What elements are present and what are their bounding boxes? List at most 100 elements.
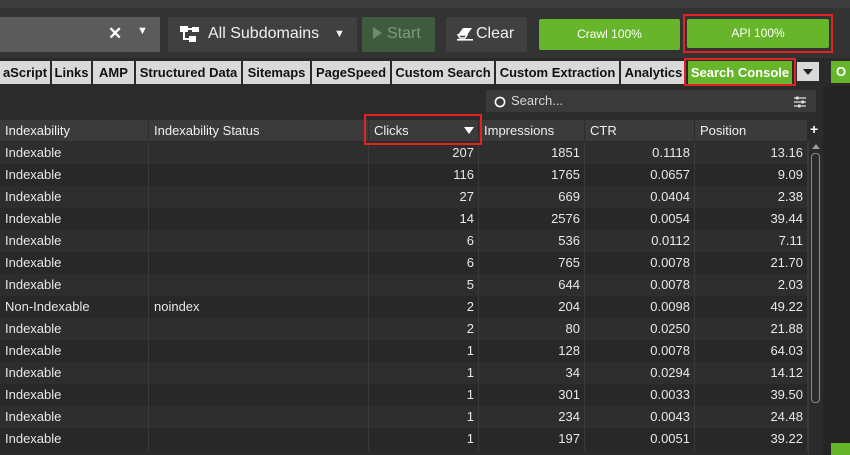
table-row[interactable]: Indexable 1 128 0.0078 64.03 [0, 340, 808, 362]
cell-ctr: 0.1118 [585, 142, 695, 164]
api-progress-button[interactable]: API 100% [687, 19, 829, 48]
cell-ctr: 0.0294 [585, 362, 695, 384]
cell-indexability: Indexable [0, 362, 149, 384]
cell-clicks: 5 [369, 274, 479, 296]
crawl-progress-button[interactable]: Crawl 100% [539, 19, 680, 50]
top-strip [0, 0, 850, 8]
cell-indexability-status [149, 406, 369, 428]
cell-ctr: 0.0078 [585, 252, 695, 274]
column-header-indexability-status[interactable]: Indexability Status [149, 120, 369, 141]
cell-ctr: 0.0112 [585, 230, 695, 252]
subdomains-label: All Subdomains [208, 25, 320, 42]
table-row[interactable]: Indexable 1 234 0.0043 24.48 [0, 406, 808, 428]
cell-indexability: Indexable [0, 142, 149, 164]
sitemap-icon [179, 25, 201, 48]
scroll-up-icon[interactable] [812, 144, 820, 149]
cell-impressions: 644 [479, 274, 585, 296]
tab-analytics[interactable]: Analytics [621, 61, 686, 84]
cell-position: 39.50 [695, 384, 808, 406]
more-tabs-button[interactable] [797, 62, 819, 81]
cell-indexability: Indexable [0, 230, 149, 252]
cell-indexability: Indexable [0, 274, 149, 296]
cell-position: 64.03 [695, 340, 808, 362]
table-row[interactable]: Indexable 116 1765 0.0657 9.09 [0, 164, 808, 186]
chevron-down-icon: ▼ [334, 28, 345, 40]
cell-indexability-status [149, 252, 369, 274]
table-row[interactable]: Indexable 6 536 0.0112 7.11 [0, 230, 808, 252]
search-placeholder: Search... [511, 93, 564, 108]
cell-indexability-status [149, 340, 369, 362]
tab-overflow[interactable]: O [831, 61, 850, 83]
cell-indexability: Indexable [0, 208, 149, 230]
table-row[interactable]: Indexable 1 34 0.0294 14.12 [0, 362, 808, 384]
subdomains-dropdown[interactable]: All Subdomains ▼ [168, 17, 357, 52]
chevron-down-icon[interactable]: ▼ [137, 25, 148, 37]
tab-sitemaps[interactable]: Sitemaps [243, 61, 310, 84]
close-icon[interactable]: ✕ [108, 24, 122, 44]
cell-indexability: Indexable [0, 318, 149, 340]
clear-button[interactable]: Clear [446, 17, 527, 52]
table-row[interactable]: Indexable 207 1851 0.1118 13.16 [0, 142, 808, 164]
table-row[interactable]: Non-Indexable noindex 2 204 0.0098 49.22 [0, 296, 808, 318]
cell-impressions: 34 [479, 362, 585, 384]
cell-indexability: Indexable [0, 186, 149, 208]
cell-impressions: 1851 [479, 142, 585, 164]
cell-ctr: 0.0404 [585, 186, 695, 208]
cell-indexability-status [149, 274, 369, 296]
column-header-position[interactable]: Position [695, 120, 808, 141]
start-label: Start [387, 25, 421, 42]
start-button[interactable]: Start [362, 17, 435, 52]
cell-impressions: 128 [479, 340, 585, 362]
cell-impressions: 765 [479, 252, 585, 274]
add-column-icon[interactable]: + [810, 121, 818, 137]
cell-ctr: 0.0054 [585, 208, 695, 230]
tab-structured-data[interactable]: Structured Data [136, 61, 241, 84]
cell-impressions: 536 [479, 230, 585, 252]
column-header-indexability[interactable]: Indexability [0, 120, 149, 141]
search-icon [494, 95, 506, 113]
tab-links[interactable]: Links [52, 61, 91, 84]
table-row[interactable]: Indexable 1 301 0.0033 39.50 [0, 384, 808, 406]
search-input[interactable]: Search... [486, 90, 816, 112]
cell-clicks: 1 [369, 340, 479, 362]
cell-clicks: 1 [369, 362, 479, 384]
cell-position: 21.70 [695, 252, 808, 274]
cell-indexability: Indexable [0, 384, 149, 406]
table-row[interactable]: Indexable 1 197 0.0051 39.22 [0, 428, 808, 450]
scrollbar-thumb[interactable] [811, 153, 820, 403]
play-icon [373, 27, 382, 39]
cell-position: 2.38 [695, 186, 808, 208]
vertical-scrollbar[interactable] [808, 141, 822, 455]
cell-indexability-status [149, 208, 369, 230]
cell-position: 9.09 [695, 164, 808, 186]
cell-clicks: 14 [369, 208, 479, 230]
cell-position: 2.03 [695, 274, 808, 296]
cell-impressions: 197 [479, 428, 585, 450]
column-header-impressions[interactable]: Impressions [479, 120, 585, 141]
tab-custom-extraction[interactable]: Custom Extraction [496, 61, 619, 84]
column-header-ctr[interactable]: CTR [585, 120, 695, 141]
cell-impressions: 301 [479, 384, 585, 406]
cell-indexability-status [149, 362, 369, 384]
url-input[interactable] [0, 17, 160, 52]
cell-indexability: Indexable [0, 406, 149, 428]
tab-highlight [684, 58, 796, 86]
tab-amp[interactable]: AMP [93, 61, 134, 84]
api-highlight: API 100% [683, 14, 833, 53]
tab-pagespeed[interactable]: PageSpeed [312, 61, 390, 84]
table-row[interactable]: Indexable 5 644 0.0078 2.03 [0, 274, 808, 296]
cell-impressions: 204 [479, 296, 585, 318]
cell-clicks: 1 [369, 384, 479, 406]
tab-custom-search[interactable]: Custom Search [392, 61, 494, 84]
cell-impressions: 669 [479, 186, 585, 208]
cell-position: 14.12 [695, 362, 808, 384]
table-row[interactable]: Indexable 27 669 0.0404 2.38 [0, 186, 808, 208]
table-row[interactable]: Indexable 14 2576 0.0054 39.44 [0, 208, 808, 230]
cell-indexability-status [149, 384, 369, 406]
table-row[interactable]: Indexable 2 80 0.0250 21.88 [0, 318, 808, 340]
cell-indexability-status [149, 318, 369, 340]
tab-javascript[interactable]: aScript [0, 61, 50, 84]
filter-settings-icon[interactable] [793, 95, 807, 113]
cell-clicks: 116 [369, 164, 479, 186]
table-row[interactable]: Indexable 6 765 0.0078 21.70 [0, 252, 808, 274]
